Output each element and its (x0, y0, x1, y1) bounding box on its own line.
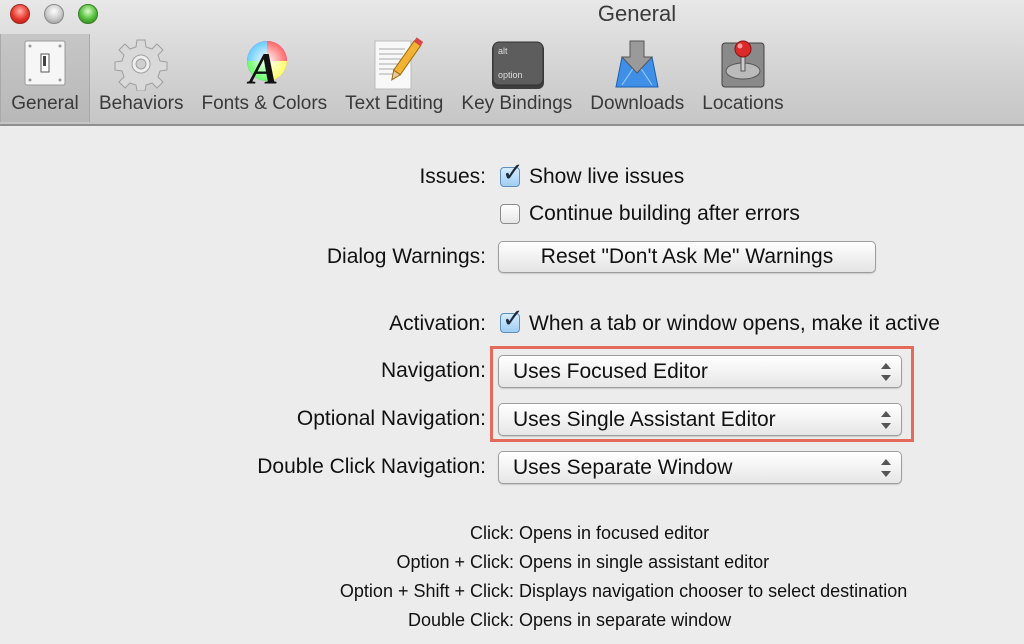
hard-drive-joystick-icon (714, 37, 772, 91)
light-switch-icon (16, 37, 74, 91)
issues-label: Issues: (419, 165, 486, 188)
gear-icon (112, 37, 170, 92)
help-desc: Opens in focused editor (519, 523, 710, 543)
show-live-issues-label[interactable]: Show live issues (529, 165, 684, 189)
continue-building-checkbox[interactable] (500, 204, 520, 224)
activation-option-label[interactable]: When a tab or window opens, make it acti… (529, 312, 940, 336)
tab-downloads[interactable]: Downloads (581, 34, 693, 122)
svg-text:A: A (246, 44, 278, 91)
document-pencil-icon (365, 37, 424, 91)
tab-label: Behaviors (99, 93, 184, 114)
tab-label: Key Bindings (461, 93, 573, 114)
help-desc: Opens in single assistant editor (519, 552, 770, 572)
dialog-warnings-label: Dialog Warnings: (326, 245, 486, 268)
font-color-wheel-icon: A (235, 37, 293, 93)
tab-label: Downloads (590, 93, 685, 114)
up-down-arrows-icon (881, 458, 891, 478)
help-key: Double Click: (407, 610, 514, 630)
tab-locations[interactable]: Locations (693, 34, 792, 122)
option-key-icon: alt option (488, 37, 546, 91)
tab-general[interactable]: General (0, 34, 90, 122)
tab-label: General (11, 93, 79, 114)
help-desc: Opens in separate window (519, 610, 732, 630)
tab-behaviors[interactable]: Behaviors (90, 34, 193, 122)
double-click-navigation-popup[interactable]: Uses Separate Window (498, 451, 902, 484)
show-live-issues-checkbox[interactable]: ✓ (500, 159, 524, 187)
optional-navigation-label: Optional Navigation: (296, 407, 486, 430)
tab-label: Locations (702, 93, 784, 114)
svg-text:alt: alt (498, 46, 508, 56)
activation-checkbox[interactable]: ✓ (500, 305, 524, 333)
double-click-navigation-value: Uses Separate Window (513, 456, 733, 479)
highlight-box (490, 346, 914, 442)
double-click-navigation-label: Double Click Navigation: (257, 455, 486, 478)
tab-key-bindings[interactable]: alt option Key Bindings (452, 34, 581, 122)
help-key: Option + Click: (396, 552, 514, 572)
help-key: Option + Shift + Click: (339, 581, 514, 601)
navigation-label: Navigation: (380, 359, 486, 382)
help-key: Click: (470, 523, 514, 543)
download-arrow-icon (608, 37, 666, 91)
continue-building-label[interactable]: Continue building after errors (529, 202, 800, 226)
reset-warnings-button[interactable]: Reset "Don't Ask Me" Warnings (498, 241, 876, 273)
svg-text:option: option (498, 70, 523, 80)
tab-fonts-colors[interactable]: A Fonts & Colors (193, 34, 337, 122)
tab-label: Fonts & Colors (201, 93, 328, 114)
window-title: General (597, 1, 677, 26)
help-desc: Displays navigation chooser to select de… (519, 581, 908, 601)
tab-label: Text Editing (345, 93, 444, 114)
preferences-toolbar: General Behaviors A Fonts & Colors Text … (0, 34, 793, 124)
tab-text-editing[interactable]: Text Editing (336, 34, 452, 122)
title-bar: General General Behaviors A Fonts & Colo… (0, 0, 1024, 126)
activation-label: Activation: (389, 312, 486, 335)
